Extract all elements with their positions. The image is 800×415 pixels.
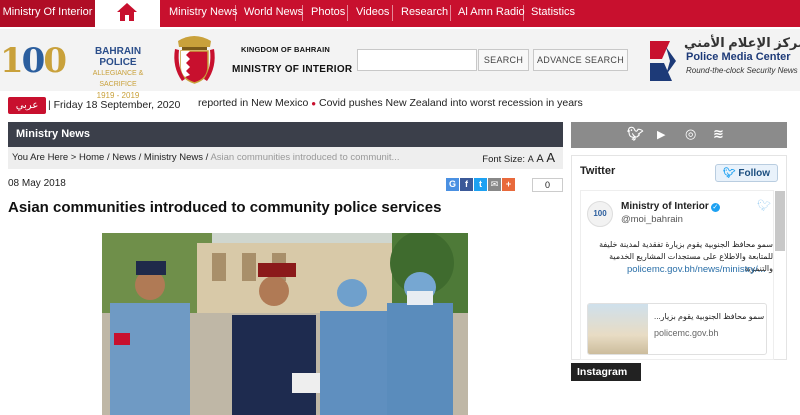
more-share-icon[interactable]: + — [502, 178, 515, 191]
instagram-handle[interactable]: @moi_bahrain — [649, 392, 740, 408]
nav-statistics[interactable]: Statistics — [531, 0, 575, 27]
pmc-tagline: Round-the-clock Security News service — [686, 66, 800, 75]
breadcrumb[interactable]: You Are Here > Home / News / Ministry Ne… — [12, 152, 399, 163]
instagram-label: Instagram — [571, 363, 641, 381]
font-size-label: Font Size: — [482, 154, 526, 165]
twitter-widget: Twitter 🐦︎ Follow 100 Ministry of Interi… — [571, 155, 787, 360]
instagram-icon[interactable]: ◎ — [685, 126, 696, 142]
ticker-item[interactable]: reported in New Mexico — [198, 97, 308, 109]
current-date: | Friday 18 September, 2020 — [48, 99, 181, 111]
twitter-share-icon[interactable]: t — [474, 178, 487, 191]
nav-ministry-of-interior[interactable]: Ministry Of Interior — [0, 0, 95, 27]
font-size-control: Font Size: A A A — [482, 150, 555, 165]
avatar[interactable]: 100 — [587, 201, 613, 227]
pmc-arabic-title: مركز الإعلام الأمني — [684, 35, 800, 50]
youtube-icon[interactable]: ▶ — [657, 128, 665, 141]
article-photo[interactable] — [102, 233, 468, 415]
nav-research[interactable]: Research — [401, 0, 448, 27]
tweet-handle[interactable]: @moi_bahrain — [621, 214, 683, 225]
twitter-follow-button[interactable]: 🐦︎ Follow — [715, 164, 778, 182]
news-ticker: عربي | Friday 18 September, 2020 reporte… — [0, 93, 583, 117]
nav-videos[interactable]: Videos — [356, 0, 389, 27]
site-header: 100 BAHRAIN POLICE ALLEGIANCE & SACRIFIC… — [0, 29, 800, 100]
centenary-logo[interactable]: 100 — [0, 41, 67, 81]
email-share-icon[interactable]: ✉ — [488, 178, 501, 191]
breadcrumb-bar: You Are Here > Home / News / Ministry Ne… — [8, 147, 563, 169]
article-title: Asian communities introduced to communit… — [8, 199, 442, 216]
ticker-item[interactable]: Covid pushes New Zealand into worst rece… — [319, 97, 583, 109]
logo-title: BAHRAIN POLICE — [94, 46, 142, 68]
nav-divider — [392, 5, 393, 21]
nav-home[interactable] — [95, 0, 160, 29]
rss-icon[interactable]: ≋ — [713, 126, 724, 142]
verified-icon: ✓ — [710, 203, 720, 212]
search-button[interactable]: SEARCH — [478, 49, 529, 71]
pmc-english-title: Police Media Center — [686, 51, 791, 63]
top-navigation: Ministry Of Interior Ministry News World… — [0, 0, 800, 29]
google-share-icon[interactable]: G — [446, 178, 459, 191]
nav-photos[interactable]: Photos — [311, 0, 345, 27]
nav-ministry-news[interactable]: Ministry News — [169, 0, 237, 27]
twitter-bird-icon: 🐦︎ — [757, 200, 771, 212]
share-buttons: Gf t ✉ + — [446, 178, 516, 192]
font-size-medium-button[interactable]: A — [536, 153, 543, 165]
search-input[interactable] — [357, 49, 477, 71]
kingdom-label: KINGDOM OF BAHRAIN — [241, 45, 331, 54]
tweet-link-card[interactable]: سمو محافظ الجنوبية يقوم بزيار... policem… — [587, 303, 767, 355]
facebook-share-icon[interactable]: f — [460, 178, 473, 191]
twitter-follow-icon: 🐦︎ — [722, 167, 736, 179]
tweet-link[interactable]: policemc.gov.bh/news/ministry/... — [627, 264, 766, 275]
nav-divider — [523, 5, 524, 21]
logo-motto: ALLEGIANCE & SACRIFICE — [92, 70, 144, 88]
share-count: 0 — [532, 178, 563, 192]
nav-divider — [235, 5, 236, 21]
twitter-scrollbar[interactable] — [775, 191, 785, 251]
police-media-center-logo-icon[interactable] — [648, 37, 678, 85]
coat-of-arms-icon[interactable] — [172, 33, 217, 87]
twitter-widget-label: Twitter — [580, 165, 616, 177]
nav-divider — [302, 5, 303, 21]
tweet-card-url: policemc.gov.bh — [654, 328, 719, 338]
article-date: 08 May 2018 — [8, 178, 66, 189]
instagram-follow-text[interactable]: Follow us — [656, 374, 719, 391]
tweet-author[interactable]: Ministry of Interior ✓ — [621, 201, 720, 212]
follow-label: Follow — [738, 167, 771, 179]
home-icon — [117, 3, 137, 21]
ministry-label: MINISTRY OF INTERIOR — [232, 64, 353, 75]
instagram-logo-icon[interactable] — [581, 383, 607, 409]
nav-divider — [347, 5, 348, 21]
social-links-bar: 🐦︎ ▶ ◎ ≋ — [571, 122, 787, 148]
ticker-headlines[interactable]: reported in New Mexico ● Covid pushes Ne… — [198, 97, 583, 109]
nav-divider — [450, 5, 451, 21]
tweet-card-title: سمو محافظ الجنوبية يقوم بزيار... — [654, 312, 765, 321]
twitter-icon[interactable]: 🐦︎ — [627, 126, 644, 142]
breadcrumb-current: Asian communities introduced to communit… — [210, 152, 400, 163]
section-title: Ministry News — [8, 122, 563, 147]
nav-world-news[interactable]: World News — [244, 0, 303, 27]
tweet-timeline[interactable]: 100 Ministry of Interior ✓ @moi_bahrain 🐦… — [580, 190, 774, 360]
font-size-small-button[interactable]: A — [528, 154, 534, 164]
nav-al-amn-radio[interactable]: Al Amn Radio — [458, 0, 525, 27]
ticker-separator-icon: ● — [311, 99, 317, 108]
advanced-search-button[interactable]: ADVANCE SEARCH — [533, 49, 628, 71]
font-size-large-button[interactable]: A — [546, 150, 555, 165]
tweet-author-name: Ministry of Interior — [621, 201, 709, 212]
breadcrumb-path[interactable]: You Are Here > Home / News / Ministry Ne… — [12, 152, 210, 163]
tweet-card-thumbnail — [588, 304, 648, 354]
language-switch-button[interactable]: عربي — [8, 97, 46, 114]
